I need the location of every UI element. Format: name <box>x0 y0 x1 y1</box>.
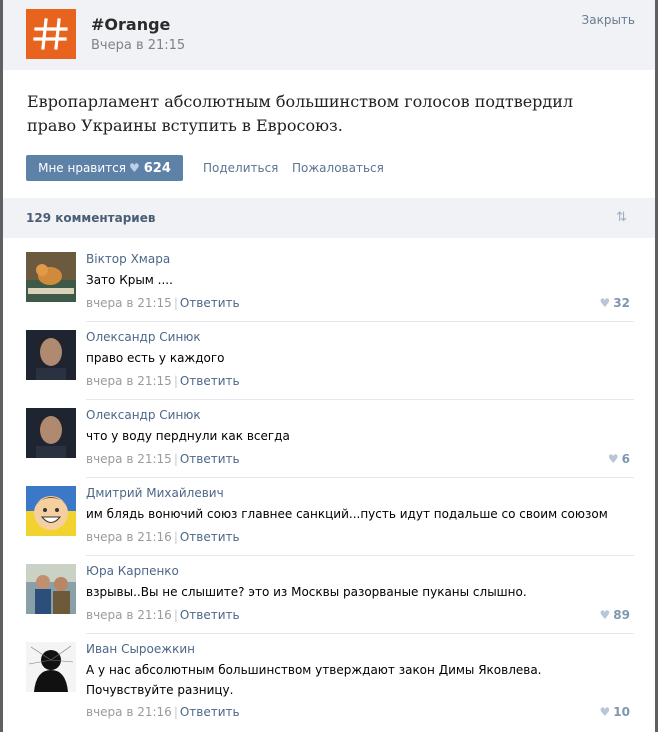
heart-icon: ♥ <box>599 608 611 622</box>
avatar[interactable] <box>26 642 76 692</box>
post-header: #Orange Вчера в 21:15 Закрыть <box>3 0 655 70</box>
avatar[interactable] <box>26 564 76 614</box>
comment-text-line: Почувствуйте разницу. <box>86 683 234 697</box>
comment-author[interactable]: Юра Карпенко <box>86 564 179 578</box>
comment: Олександр Синюк право есть у каждого вче… <box>26 330 634 390</box>
comment-meta: вчера в 21:16 | Ответить <box>86 705 240 719</box>
close-button[interactable]: Закрыть <box>582 13 635 27</box>
comment-like-count: 32 <box>613 296 630 310</box>
comment-author[interactable]: Иван Сыроежкин <box>86 642 195 656</box>
comment-text: им блядь вонючий союз главнее санкций...… <box>86 507 608 521</box>
comment-meta: вчера в 21:16 | Ответить <box>86 608 240 622</box>
comment-time[interactable]: вчера в 21:16 <box>86 705 172 719</box>
comments-count[interactable]: 129 комментариев <box>26 211 155 225</box>
comment-time[interactable]: вчера в 21:16 <box>86 530 172 544</box>
heart-icon: ♥ <box>607 452 619 466</box>
comment-time[interactable]: вчера в 21:15 <box>86 296 172 310</box>
comment: Иван Сыроежкин А у нас абсолютным больши… <box>26 642 634 727</box>
avatar[interactable] <box>26 252 76 302</box>
avatar[interactable] <box>26 408 76 458</box>
comments-bar: 129 комментариев ⇅ <box>3 198 655 238</box>
avatar[interactable] <box>26 486 76 536</box>
reply-link[interactable]: Ответить <box>180 452 240 466</box>
reply-link[interactable]: Ответить <box>180 296 240 310</box>
comment-divider <box>86 477 634 478</box>
comment-author[interactable]: Олександр Синюк <box>86 408 201 422</box>
comment-author[interactable]: Олександр Синюк <box>86 330 201 344</box>
comment: Юра Карпенко взрывы..Вы не слышите? это … <box>26 564 634 624</box>
heart-icon: ♥ <box>128 161 140 175</box>
hash-icon <box>26 9 76 59</box>
report-link[interactable]: Пожаловаться <box>292 161 384 175</box>
comment-like-button[interactable]: ♥ 6 <box>608 452 630 466</box>
comment: Олександр Синюк что у воду перднули как … <box>26 408 634 468</box>
comment: Дмитрий Михайлевич им блядь вонючий союз… <box>26 486 634 546</box>
comment-text: право есть у каждого <box>86 351 225 365</box>
comment-divider <box>86 555 634 556</box>
post-time[interactable]: Вчера в 21:15 <box>91 38 185 53</box>
window-frame-left <box>0 0 3 732</box>
group-name[interactable]: #Orange <box>91 15 170 34</box>
comment-like-button[interactable]: ♥ 89 <box>600 608 630 622</box>
like-label: Мне нравится <box>38 161 126 175</box>
reply-link[interactable]: Ответить <box>180 374 240 388</box>
comment-text: взрывы..Вы не слышите? это из Москвы раз… <box>86 585 527 599</box>
comment-like-button[interactable]: ♥ 10 <box>600 705 630 719</box>
comment-text: А у нас абсолютным большинством утвержда… <box>86 661 626 699</box>
comment-time[interactable]: вчера в 21:15 <box>86 374 172 388</box>
post-text: Европарламент абсолютным большинством го… <box>27 92 574 135</box>
reply-link[interactable]: Ответить <box>180 530 240 544</box>
comment-like-count: 10 <box>613 705 630 719</box>
like-count: 624 <box>143 161 171 176</box>
comment-meta: вчера в 21:15 | Ответить <box>86 452 240 466</box>
comment-meta: вчера в 21:15 | Ответить <box>86 296 240 310</box>
comment-text: Зато Крым .... <box>86 273 173 287</box>
reply-link[interactable]: Ответить <box>180 608 240 622</box>
heart-icon: ♥ <box>599 296 611 310</box>
comment-like-button[interactable]: ♥ 32 <box>600 296 630 310</box>
comment-divider <box>86 321 634 322</box>
comment-author[interactable]: Дмитрий Михайлевич <box>86 486 224 500</box>
reply-link[interactable]: Ответить <box>180 705 240 719</box>
comment-like-count: 6 <box>621 452 630 466</box>
comment-meta: вчера в 21:16 | Ответить <box>86 530 240 544</box>
sort-arrows-icon[interactable]: ⇅ <box>616 210 627 225</box>
avatar[interactable] <box>26 330 76 380</box>
comment-author[interactable]: Віктор Хмара <box>86 252 170 266</box>
comment-time[interactable]: вчера в 21:15 <box>86 452 172 466</box>
group-avatar[interactable] <box>26 9 76 59</box>
comment-text-line: А у нас абсолютным большинством утвержда… <box>86 663 542 677</box>
comment-divider <box>86 633 634 634</box>
comment-divider <box>86 399 634 400</box>
comment-like-count: 89 <box>613 608 630 622</box>
comment-text: что у воду перднули как всегда <box>86 429 290 443</box>
like-button[interactable]: Мне нравится ♥ 624 <box>26 155 183 181</box>
comment: Віктор Хмара Зато Крым .... вчера в 21:1… <box>26 252 634 312</box>
comment-meta: вчера в 21:15 | Ответить <box>86 374 240 388</box>
heart-icon: ♥ <box>599 705 611 719</box>
comment-time[interactable]: вчера в 21:16 <box>86 608 172 622</box>
share-link[interactable]: Поделиться <box>203 161 278 175</box>
